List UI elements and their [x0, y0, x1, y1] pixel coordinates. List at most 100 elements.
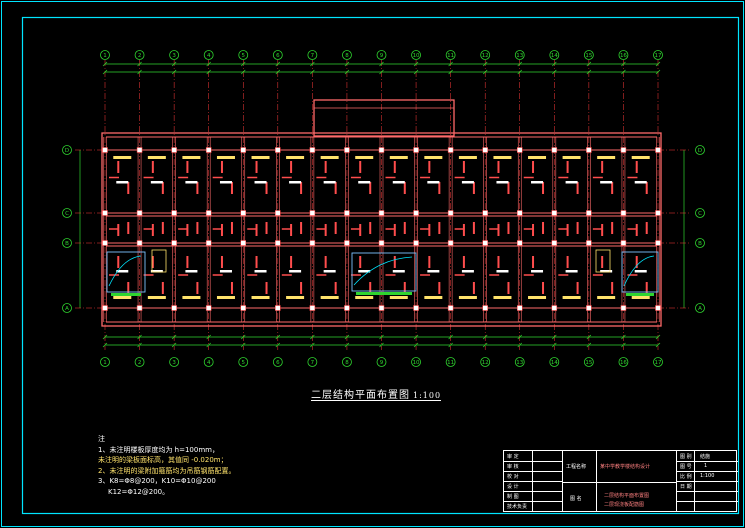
axis-label: B	[698, 241, 702, 247]
column	[620, 240, 627, 246]
slab-tag	[600, 181, 613, 184]
beam-tag	[528, 156, 547, 159]
note-line-1: 1、未注明楼板厚度均为 h=100mm，	[98, 445, 219, 454]
beam-tag	[113, 156, 132, 159]
slab-tag	[289, 181, 302, 184]
slab-tag	[634, 181, 647, 184]
column	[205, 210, 212, 216]
column	[102, 210, 108, 216]
axis-label: 10	[413, 360, 420, 366]
axis-label: D	[698, 148, 702, 154]
general-notes: 注 1、未注明楼板厚度均为 h=100mm， 未注明的梁板面标高，其值同 -0.…	[98, 434, 235, 497]
slab-tag	[289, 270, 302, 273]
axis-label: 17	[655, 53, 662, 59]
slab-tag	[427, 270, 440, 273]
column	[240, 210, 246, 216]
note-line-4: 3、K8=Φ8@200，K10=Φ10@200	[98, 477, 216, 485]
title-block-drawing-name-2: 二层现浇板配筋图	[604, 502, 645, 508]
beam-tag	[286, 156, 305, 159]
column	[171, 210, 177, 216]
slab-tag	[116, 181, 129, 184]
slab-tag	[496, 181, 509, 184]
column	[378, 210, 385, 216]
title-block-role-label: 设 计	[507, 484, 519, 490]
column	[344, 147, 350, 153]
title-block-role-label: 制 图	[507, 494, 519, 500]
title-block-divider	[504, 461, 562, 462]
column	[586, 147, 592, 153]
axis-label: 2	[138, 53, 142, 59]
axis-label: 7	[311, 53, 315, 59]
title-block-divider	[504, 501, 562, 502]
title-block-drawing-name: 二层结构平面布置图	[604, 493, 650, 499]
title-block-divider	[504, 471, 562, 472]
column	[309, 240, 316, 246]
title-underline	[311, 400, 442, 401]
column	[275, 210, 281, 216]
beam-tag	[631, 296, 650, 299]
beam-tag	[597, 296, 616, 299]
column	[240, 147, 246, 153]
column	[171, 305, 177, 311]
column	[378, 240, 385, 246]
column	[102, 305, 108, 311]
axis-label: 7	[311, 360, 315, 366]
slab-tag	[358, 181, 371, 184]
title-block-divider	[676, 471, 738, 472]
column	[482, 305, 488, 311]
beam-tag	[320, 296, 339, 299]
slab-tag	[531, 270, 544, 273]
beam-tag	[251, 156, 270, 159]
slab-tag	[531, 181, 544, 184]
title-block-divider	[562, 482, 676, 483]
beam-tag	[216, 156, 235, 159]
column	[136, 240, 143, 246]
title-block-field-value: 1	[704, 463, 708, 469]
axis-label: 3	[172, 53, 176, 59]
slab-tag	[496, 270, 509, 273]
title-block-field-label: 图 别	[680, 454, 692, 460]
column	[517, 240, 523, 246]
beam-tag	[597, 156, 616, 159]
title-block-role-label: 审 核	[507, 464, 519, 470]
beam-tag	[458, 156, 477, 159]
axis-label: 10	[413, 53, 420, 59]
column	[586, 305, 592, 311]
beam-tag	[355, 156, 374, 159]
column	[551, 210, 558, 216]
axis-label: D	[65, 148, 69, 154]
beam-tag	[528, 296, 547, 299]
slab-tag	[219, 181, 232, 184]
beam-tag	[113, 296, 132, 299]
slab-tag	[323, 270, 336, 273]
beam-tag	[424, 296, 443, 299]
column	[102, 147, 108, 153]
title-block-role-label: 审 定	[507, 454, 519, 460]
column	[447, 305, 454, 311]
notes-heading: 注	[98, 435, 105, 443]
column	[309, 305, 316, 311]
title-block-role-label: 技术负责	[507, 504, 528, 510]
opening-mark	[151, 249, 167, 273]
axis-label: 11	[447, 53, 454, 59]
axis-label: 8	[345, 360, 349, 366]
slab-tag	[323, 181, 336, 184]
column	[517, 210, 523, 216]
slab-tag	[634, 270, 647, 273]
stair-tag	[356, 292, 412, 295]
column	[447, 147, 454, 153]
title-block-field-label: 图 号	[680, 464, 692, 470]
column	[309, 147, 316, 153]
column	[275, 147, 281, 153]
column	[171, 240, 177, 246]
note-line-2: 未注明的梁板面标高，其值同 -0.020m；	[98, 456, 228, 464]
beam-tag	[251, 296, 270, 299]
title-block-divider	[562, 451, 563, 511]
axis-label: 15	[585, 53, 592, 59]
title-block-divider	[676, 501, 738, 502]
column	[205, 147, 212, 153]
column	[517, 147, 523, 153]
beam-tag	[493, 156, 512, 159]
column	[551, 147, 558, 153]
stair-tag	[626, 293, 654, 296]
